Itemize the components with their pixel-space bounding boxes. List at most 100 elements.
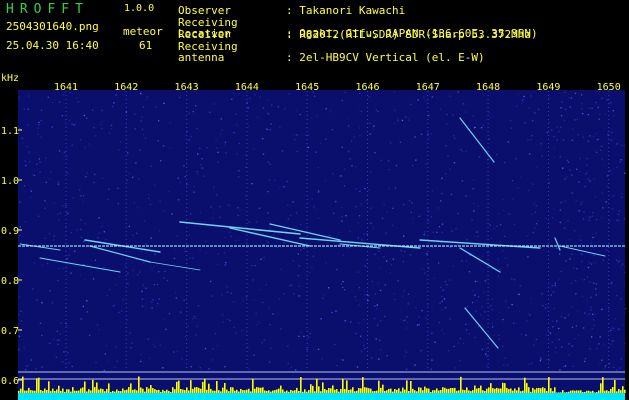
noise-speck [377, 282, 380, 284]
noise-speck [608, 308, 610, 311]
noise-speck [367, 299, 369, 302]
noise-speck [564, 365, 567, 367]
noise-speck [374, 293, 376, 295]
noise-speck [530, 139, 532, 141]
noise-speck [83, 240, 85, 243]
noise-speck [272, 313, 274, 315]
noise-speck [578, 210, 580, 212]
histogram-bar [254, 388, 256, 393]
histogram-bar [232, 387, 234, 393]
noise-speck [611, 131, 613, 134]
noise-speck [519, 310, 521, 312]
noise-speck [251, 265, 253, 267]
noise-speck [47, 262, 49, 265]
noise-speck [441, 223, 444, 225]
histogram-bar [22, 376, 24, 393]
histogram-bar [560, 392, 562, 393]
noise-speck [623, 312, 626, 314]
noise-speck [118, 311, 120, 314]
noise-speck [575, 280, 577, 282]
histogram-bar [220, 391, 222, 393]
noise-speck [355, 206, 357, 208]
noise-speck [505, 300, 507, 302]
noise-speck [38, 124, 40, 126]
noise-speck [439, 302, 441, 304]
histogram-bar [202, 381, 204, 393]
noise-speck [163, 277, 165, 279]
noise-speck [150, 237, 152, 239]
histogram-bar [444, 387, 446, 393]
noise-speck [441, 177, 443, 179]
noise-speck [268, 113, 270, 115]
noise-speck [613, 327, 615, 329]
noise-speck [553, 136, 555, 138]
noise-speck [399, 141, 402, 143]
noise-speck [378, 358, 380, 360]
noise-speck [423, 96, 425, 98]
noise-speck [614, 318, 617, 320]
histogram-bar [526, 383, 528, 393]
noise-speck [569, 106, 571, 108]
histogram-bar [338, 391, 340, 393]
noise-speck [97, 237, 99, 239]
noise-speck [235, 332, 237, 334]
noise-speck [286, 230, 288, 232]
histogram-bar [20, 388, 22, 393]
histogram-bar [18, 390, 20, 393]
noise-speck [601, 192, 604, 194]
noise-speck [27, 108, 29, 110]
noise-speck [51, 126, 53, 128]
noise-speck [320, 318, 322, 320]
noise-speck [219, 216, 221, 219]
noise-speck [184, 336, 186, 338]
histogram-bar [610, 388, 612, 393]
noise-speck [570, 97, 573, 99]
noise-speck [334, 343, 336, 346]
noise-speck [53, 339, 55, 341]
noise-speck [122, 299, 124, 301]
noise-speck [610, 343, 612, 345]
noise-speck [270, 123, 272, 125]
noise-speck [368, 96, 370, 98]
noise-speck [134, 128, 136, 130]
noise-speck [468, 332, 470, 335]
noise-speck [65, 155, 67, 158]
x-tick-label: 1642 [114, 82, 138, 93]
noise-speck [468, 271, 471, 273]
noise-speck [540, 143, 542, 145]
noise-speck [619, 367, 621, 369]
noise-speck [281, 150, 284, 152]
noise-speck [569, 258, 571, 260]
noise-speck [151, 268, 153, 270]
noise-speck [137, 207, 139, 209]
noise-speck [345, 215, 347, 217]
noise-speck [551, 129, 553, 131]
histogram-bar [394, 389, 396, 393]
noise-speck [325, 262, 327, 264]
histogram-bar [574, 390, 576, 393]
noise-speck [595, 294, 597, 296]
noise-speck [328, 287, 330, 289]
noise-speck [360, 203, 362, 205]
noise-speck [471, 219, 473, 221]
noise-speck [219, 206, 221, 208]
noise-speck [478, 156, 480, 158]
noise-speck [552, 291, 555, 293]
noise-speck [295, 230, 297, 233]
noise-speck [558, 278, 560, 280]
noise-speck [486, 365, 488, 367]
noise-speck [269, 129, 271, 131]
noise-speck [425, 163, 427, 165]
noise-speck [586, 164, 588, 166]
histogram-bar [24, 390, 26, 393]
noise-speck [157, 140, 159, 142]
noise-speck [525, 334, 527, 337]
noise-speck [536, 166, 538, 168]
x-tick-label: 1647 [416, 82, 440, 93]
noise-speck [449, 279, 451, 281]
histogram-bar [148, 388, 150, 393]
noise-speck [143, 133, 145, 136]
noise-speck [98, 329, 100, 331]
noise-speck [421, 349, 423, 351]
noise-speck [80, 195, 82, 197]
